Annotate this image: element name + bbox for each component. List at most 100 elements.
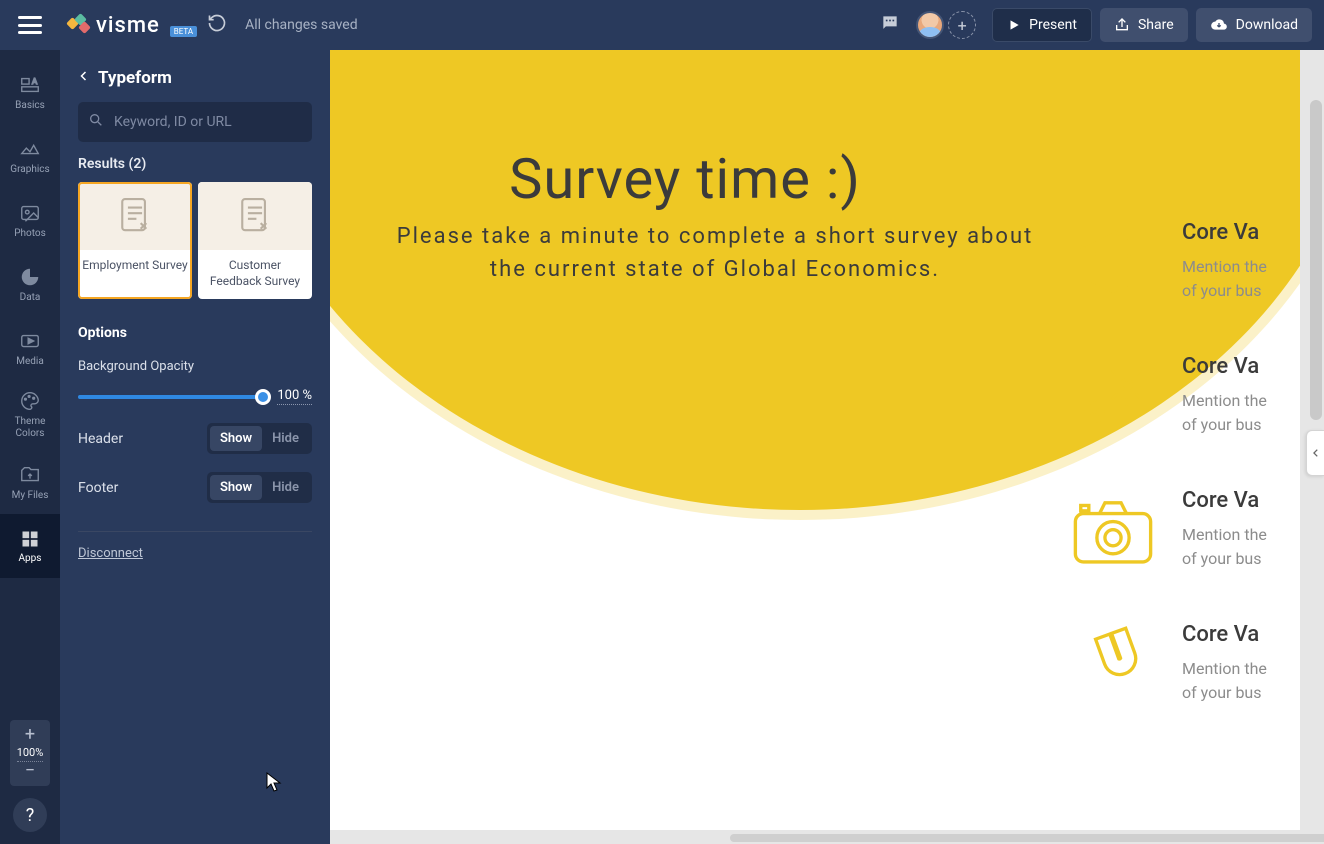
vertical-scrollbar[interactable]: [1310, 100, 1322, 420]
header-label: Header: [78, 431, 123, 447]
share-button[interactable]: Share: [1100, 8, 1188, 42]
search-input[interactable]: [78, 102, 312, 142]
options-heading: Options: [78, 325, 312, 341]
core-heading: Core Va: [1182, 354, 1267, 379]
rail-photos-label: Photos: [14, 228, 46, 239]
camera-icon: [1070, 493, 1156, 569]
download-icon: [1210, 17, 1228, 33]
rail-data[interactable]: Data: [0, 252, 60, 316]
zoom-in-button[interactable]: +: [25, 726, 35, 744]
panel-back-button[interactable]: [78, 68, 90, 88]
logo[interactable]: visme BETA: [68, 13, 197, 38]
media-icon: [19, 330, 41, 352]
add-collaborator-button[interactable]: +: [948, 11, 976, 39]
card-title: Customer Feedback Survey: [198, 250, 312, 299]
magnet-icon: [1073, 625, 1153, 705]
rail-theme-colors[interactable]: Theme Colors: [0, 380, 60, 450]
comments-button[interactable]: [880, 13, 900, 37]
footer-label: Footer: [78, 480, 118, 496]
search-field: [78, 102, 312, 142]
help-button[interactable]: ?: [13, 798, 47, 832]
survey-subtitle-text[interactable]: Please take a minute to complete a short…: [390, 220, 1040, 286]
left-rail: A Basics Graphics Photos Data Media Them…: [0, 50, 60, 844]
rail-apps[interactable]: Apps: [0, 514, 60, 578]
rail-my-files[interactable]: My Files: [0, 450, 60, 514]
core-item-3[interactable]: Core VaMention theof your bus: [1070, 488, 1300, 574]
panel-title: Typeform: [98, 68, 172, 88]
present-label: Present: [1029, 17, 1077, 33]
cube-icon: [1073, 223, 1153, 303]
slider-thumb[interactable]: [255, 389, 271, 405]
apps-icon: [20, 529, 40, 549]
side-panel: Typeform Results (2) Employment Survey C…: [60, 50, 330, 844]
core-item-1[interactable]: Core VaMention theof your bus: [1070, 220, 1300, 306]
card-thumb: [78, 182, 192, 250]
header-hide-button[interactable]: Hide: [262, 426, 309, 451]
disconnect-link[interactable]: Disconnect: [78, 546, 143, 561]
canvas-area: Survey time :) Please take a minute to c…: [330, 50, 1324, 844]
brand-text: visme: [96, 13, 160, 38]
right-flyout-toggle[interactable]: [1306, 430, 1324, 476]
files-icon: [19, 464, 41, 486]
data-icon: [19, 266, 41, 288]
core-values-list: Core VaMention theof your bus Core VaMen…: [1070, 220, 1300, 708]
rail-graphics[interactable]: Graphics: [0, 124, 60, 188]
undo-icon: [207, 13, 227, 33]
photos-icon: [19, 202, 41, 224]
rail-media-label: Media: [16, 356, 44, 367]
footer-hide-button[interactable]: Hide: [262, 475, 309, 500]
hamburger-icon: [18, 16, 42, 34]
card-thumb: [198, 182, 312, 250]
result-card-customer-feedback[interactable]: Customer Feedback Survey: [198, 182, 312, 299]
rail-graphics-label: Graphics: [10, 164, 49, 175]
user-avatar[interactable]: [916, 11, 944, 39]
rail-files-label: My Files: [12, 490, 49, 501]
divider: [78, 531, 312, 532]
results-list: Employment Survey Customer Feedback Surv…: [78, 182, 312, 299]
collaborators: +: [916, 11, 976, 39]
rail-media[interactable]: Media: [0, 316, 60, 380]
survey-title-text[interactable]: Survey time :): [330, 146, 1040, 212]
chevron-left-icon: [78, 69, 90, 83]
core-item-2[interactable]: Core VaMention theof your bus: [1070, 354, 1300, 440]
beta-badge: BETA: [170, 26, 197, 37]
chat-icon: [880, 13, 900, 33]
menu-button[interactable]: [0, 16, 60, 34]
gears-icon: [1070, 357, 1156, 437]
footer-toggle: Show Hide: [207, 472, 312, 503]
rail-theme-label: Theme Colors: [0, 416, 60, 440]
graphics-icon: [19, 138, 41, 160]
undo-button[interactable]: [207, 13, 227, 37]
svg-text:A: A: [32, 77, 38, 87]
result-card-employment-survey[interactable]: Employment Survey: [78, 182, 192, 299]
core-item-4[interactable]: Core VaMention theof your bus: [1070, 622, 1300, 708]
download-label: Download: [1236, 17, 1298, 33]
horizontal-scrollbar[interactable]: [730, 834, 1324, 842]
core-heading: Core Va: [1182, 622, 1267, 647]
header-toggle: Show Hide: [207, 423, 312, 454]
core-heading: Core Va: [1182, 220, 1267, 245]
zoom-control: + 100% −: [10, 720, 50, 786]
form-icon: [118, 196, 152, 236]
basics-icon: A: [19, 74, 41, 96]
topbar: visme BETA All changes saved + Present S…: [0, 0, 1324, 50]
save-status: All changes saved: [245, 17, 358, 33]
card-title: Employment Survey: [78, 250, 192, 284]
footer-show-button[interactable]: Show: [210, 475, 262, 500]
bg-opacity-slider[interactable]: [78, 395, 269, 399]
play-icon: [1007, 18, 1021, 32]
rail-apps-label: Apps: [19, 553, 42, 564]
design-canvas[interactable]: Survey time :) Please take a minute to c…: [330, 50, 1300, 830]
header-show-button[interactable]: Show: [210, 426, 262, 451]
form-icon: [238, 196, 272, 236]
share-label: Share: [1138, 17, 1174, 33]
rail-basics[interactable]: A Basics: [0, 60, 60, 124]
results-count: Results (2): [78, 156, 312, 172]
core-heading: Core Va: [1182, 488, 1267, 513]
rail-photos[interactable]: Photos: [0, 188, 60, 252]
present-button[interactable]: Present: [992, 8, 1092, 42]
bg-opacity-label: Background Opacity: [78, 359, 312, 374]
zoom-out-button[interactable]: −: [25, 762, 35, 780]
bg-opacity-value[interactable]: 100 %: [277, 388, 312, 405]
download-button[interactable]: Download: [1196, 8, 1312, 42]
